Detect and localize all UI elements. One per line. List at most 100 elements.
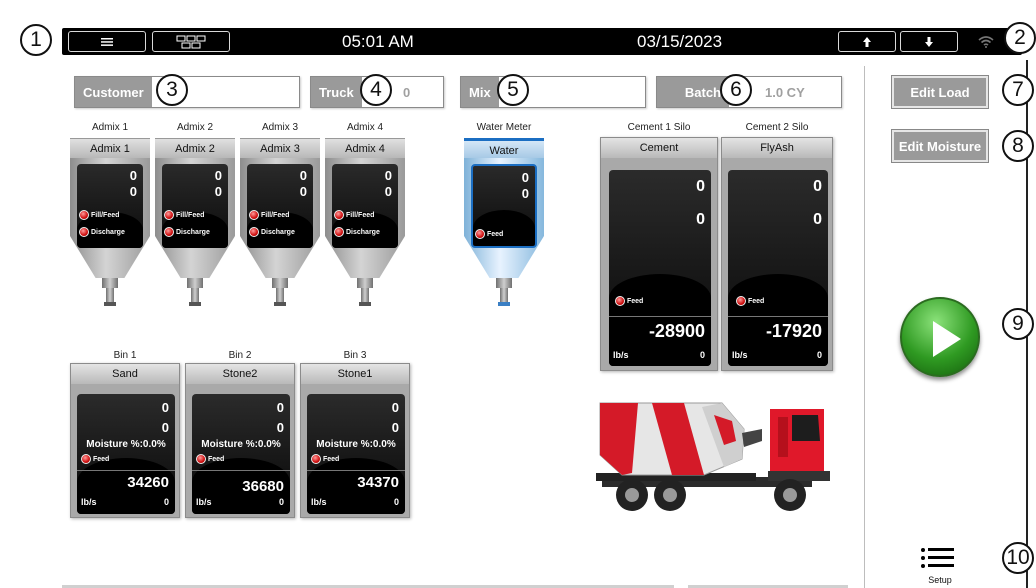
network-icon: [176, 35, 206, 48]
batch-label: Batch: [657, 77, 729, 107]
start-play-button[interactable]: [900, 297, 980, 377]
fill-feed-led: [164, 210, 174, 220]
cement-2-label: FlyAsh: [722, 138, 832, 158]
upload-button[interactable]: [838, 31, 896, 52]
truck-label: Truck: [311, 77, 362, 107]
list-icon-bar: [928, 564, 954, 567]
admix-3-value-2: 0: [299, 184, 307, 199]
cement-2-rate: 0: [816, 350, 822, 360]
admix-1-hopper[interactable]: Admix 1 0 0 Fill/Feed Discharge: [70, 128, 150, 318]
network-button[interactable]: [152, 31, 230, 52]
cement-1-value-2: 0: [696, 211, 705, 228]
mix-field[interactable]: Mix: [460, 76, 646, 108]
bin-3[interactable]: Stone1 0 0 Moisture %:0.0% Feed 34370 lb…: [300, 363, 410, 518]
batch-control-screen: 05:01 AM 03/15/2023 1 2 3 4 5 6 7 8 9 10…: [0, 0, 1036, 588]
bin-3-caption: Bin 3: [343, 350, 367, 361]
admix-2-hopper[interactable]: Admix 2 0 0 Fill/Feed Discharge: [155, 128, 235, 318]
feed-label: Feed: [93, 456, 110, 463]
silo-separator: [609, 316, 711, 317]
hopper-screen: 0 0 Fill/Feed Discharge: [247, 164, 313, 248]
bin-1-unit: lb/s: [81, 497, 97, 507]
list-icon-bar: [928, 556, 954, 559]
cement-2-silo[interactable]: FlyAsh 0 0 Feed -17920 lb/s 0: [721, 137, 833, 371]
fill-feed-label: Fill/Feed: [261, 212, 290, 219]
hopper-outlet: [274, 302, 286, 306]
arrow-down-icon: [925, 36, 933, 47]
hopper-nozzle: [496, 278, 512, 288]
hopper-outlet: [104, 302, 116, 306]
fill-feed-led: [249, 210, 259, 220]
hopper-screen: 0 0 Feed: [471, 164, 537, 248]
bin-separator: [77, 470, 175, 471]
feed-led: [475, 229, 485, 239]
discharge-label: Discharge: [261, 229, 295, 236]
clock-time: 05:01 AM: [342, 32, 414, 51]
download-button[interactable]: [900, 31, 958, 52]
feed-label: Feed: [487, 231, 504, 238]
silo-screen: 0 0 Feed -28900 lb/s 0: [609, 170, 711, 366]
bin-3-total: 34370: [357, 474, 399, 491]
hamburger-icon: [101, 37, 113, 46]
bin-2-caption: Bin 2: [228, 350, 252, 361]
bin-2[interactable]: Stone2 0 0 Moisture %:0.0% Feed 36680 lb…: [185, 363, 295, 518]
bin-screen: 0 0 Moisture %:0.0% Feed 34260 lb/s 0: [77, 394, 175, 514]
bin-2-rate: 0: [278, 497, 284, 507]
wifi-icon: [978, 36, 994, 48]
mix-label: Mix: [461, 77, 499, 107]
admix-3-value-1: 0: [299, 168, 307, 183]
hopper-valve: [191, 288, 199, 302]
admix-4-hopper[interactable]: Admix 4 0 0 Fill/Feed Discharge: [325, 128, 405, 318]
admix-1-value-1: 0: [129, 168, 137, 183]
fill-feed-led: [334, 210, 344, 220]
hopper-valve: [361, 288, 369, 302]
list-icon-dot: [921, 556, 925, 560]
feed-led: [311, 454, 321, 464]
callout-1: 1: [20, 24, 52, 56]
callout-4: 4: [360, 74, 392, 106]
bin-2-moisture: Moisture %:0.0%: [201, 439, 281, 450]
cement-1-caption: Cement 1 Silo: [627, 122, 691, 133]
hopper-nozzle: [187, 278, 203, 288]
callout-6: 6: [720, 74, 752, 106]
cement-1-silo[interactable]: Cement 0 0 Feed -28900 lb/s 0: [600, 137, 718, 371]
hopper-outlet: [189, 302, 201, 306]
admix-2-value-2: 0: [214, 184, 222, 199]
silo-separator: [728, 316, 828, 317]
callout-7: 7: [1002, 74, 1034, 106]
admix-2-label: Admix 2: [155, 138, 235, 158]
fill-feed-label: Fill/Feed: [91, 212, 120, 219]
bin-3-rate: 0: [393, 497, 399, 507]
bin-1-value-2: 0: [161, 420, 169, 435]
admix-4-label: Admix 4: [325, 138, 405, 158]
admix-1-label: Admix 1: [70, 138, 150, 158]
cement-1-value-1: 0: [696, 178, 705, 195]
customer-label: Customer: [75, 77, 152, 107]
admix-3-hopper[interactable]: Admix 3 0 0 Fill/Feed Discharge: [240, 128, 320, 318]
truck-value: 0: [403, 84, 411, 100]
bin-1[interactable]: Sand 0 0 Moisture %:0.0% Feed 34260 lb/s…: [70, 363, 180, 518]
list-icon-dot: [921, 564, 925, 568]
fill-feed-label: Fill/Feed: [346, 212, 375, 219]
hopper-valve: [500, 288, 508, 302]
current-date: 03/15/2023: [637, 32, 723, 51]
admix-2-value-1: 0: [214, 168, 222, 183]
water-meter-hopper[interactable]: Water 0 0 Feed: [464, 128, 544, 318]
cement-1-rate: 0: [699, 350, 705, 360]
bin-2-total: 36680: [242, 478, 284, 495]
cement-1-total: -28900: [648, 321, 705, 341]
admix-1-value-2: 0: [129, 184, 137, 199]
bin-3-label: Stone1: [301, 364, 409, 384]
callout-2: 2: [1004, 22, 1036, 54]
discharge-led: [249, 227, 259, 237]
cement-2-value-2: 0: [813, 211, 822, 228]
menu-button[interactable]: [68, 31, 146, 52]
setup-button[interactable]: Setup: [918, 545, 962, 585]
hopper-screen: 0 0 Fill/Feed Discharge: [332, 164, 398, 248]
bin-screen: 0 0 Moisture %:0.0% Feed 34370 lb/s 0: [307, 394, 405, 514]
discharge-led: [334, 227, 344, 237]
edit-load-button[interactable]: Edit Load: [891, 75, 989, 109]
bin-separator: [307, 470, 405, 471]
bin-screen: 0 0 Moisture %:0.0% Feed 36680 lb/s 0: [192, 394, 290, 514]
edit-moisture-button[interactable]: Edit Moisture: [891, 129, 989, 163]
bin-1-moisture: Moisture %:0.0%: [86, 439, 166, 450]
